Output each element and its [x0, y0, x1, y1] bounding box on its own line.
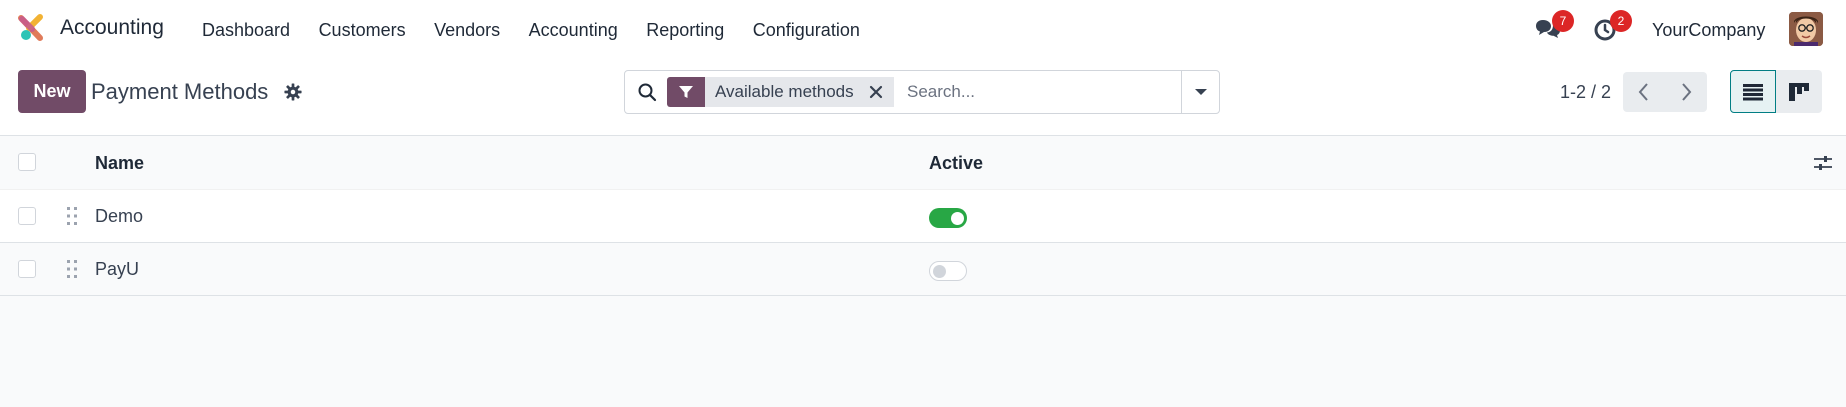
list-header: Name Active [0, 136, 1846, 190]
pager-next-button[interactable] [1665, 72, 1707, 112]
caret-down-icon [1194, 89, 1207, 95]
row-checkbox[interactable] [18, 207, 36, 225]
search-bar: Available methods [624, 70, 1220, 114]
table-row[interactable]: PayU [0, 243, 1846, 296]
drag-handle-icon[interactable] [66, 259, 78, 279]
facet-label: Available methods [715, 82, 854, 101]
active-toggle[interactable] [929, 261, 967, 281]
kanban-view-icon [1789, 82, 1809, 101]
list-view-icon [1743, 83, 1763, 100]
toggle-knob [933, 264, 946, 278]
drag-handle-icon[interactable] [66, 206, 78, 226]
top-navbar: Accounting Dashboard Customers Vendors A… [0, 0, 1846, 58]
active-toggle[interactable] [929, 208, 967, 228]
user-avatar-face-icon [1789, 12, 1823, 46]
cell-name: PayU [95, 259, 140, 279]
menu-vendors[interactable]: Vendors [434, 20, 500, 41]
chevron-left-icon [1638, 83, 1648, 101]
table-row[interactable]: Demo [0, 190, 1846, 243]
menu-accounting[interactable]: Accounting [529, 20, 618, 41]
toggle-knob [951, 211, 964, 225]
search-icon[interactable] [637, 82, 657, 102]
select-all-checkbox[interactable] [18, 153, 36, 171]
pager-value[interactable]: 1-2 / 2 [1560, 82, 1611, 103]
new-button[interactable]: New [18, 70, 86, 113]
search-facet: Available methods [667, 77, 894, 107]
kanban-view-button[interactable] [1776, 70, 1822, 113]
user-avatar[interactable] [1789, 12, 1823, 46]
app-name[interactable]: Accounting [60, 16, 164, 40]
payment-methods-list: Name Active Demo PayU [0, 136, 1846, 296]
main-menu: Dashboard Customers Vendors Accounting R… [202, 20, 888, 41]
filter-icon [667, 77, 705, 107]
page-title: Payment Methods [91, 79, 269, 104]
messages-count-badge: 7 [1552, 10, 1574, 32]
accounting-app-icon[interactable] [18, 14, 46, 42]
gear-icon[interactable] [284, 83, 302, 101]
search-options-toggle[interactable] [1181, 71, 1219, 113]
list-view-button[interactable] [1730, 70, 1776, 113]
column-header-name[interactable]: Name [95, 153, 144, 174]
menu-reporting[interactable]: Reporting [646, 20, 724, 41]
pager-previous-button[interactable] [1623, 72, 1665, 112]
menu-customers[interactable]: Customers [319, 20, 406, 41]
menu-configuration[interactable]: Configuration [753, 20, 860, 41]
facet-label-container: Available methods [705, 77, 894, 107]
optional-columns-sliders-icon[interactable] [1813, 153, 1833, 173]
cell-name: Demo [95, 206, 144, 226]
column-header-active[interactable]: Active [929, 153, 983, 174]
search-input[interactable] [907, 79, 1177, 105]
control-panel: New Payment Methods Available methods Se… [0, 58, 1846, 136]
row-checkbox[interactable] [18, 260, 36, 278]
activities-count-badge: 2 [1610, 10, 1632, 32]
chevron-right-icon [1682, 83, 1692, 101]
menu-dashboard[interactable]: Dashboard [202, 20, 290, 41]
remove-facet-close-icon[interactable] [868, 84, 884, 100]
company-switcher[interactable]: YourCompany [1652, 20, 1765, 41]
